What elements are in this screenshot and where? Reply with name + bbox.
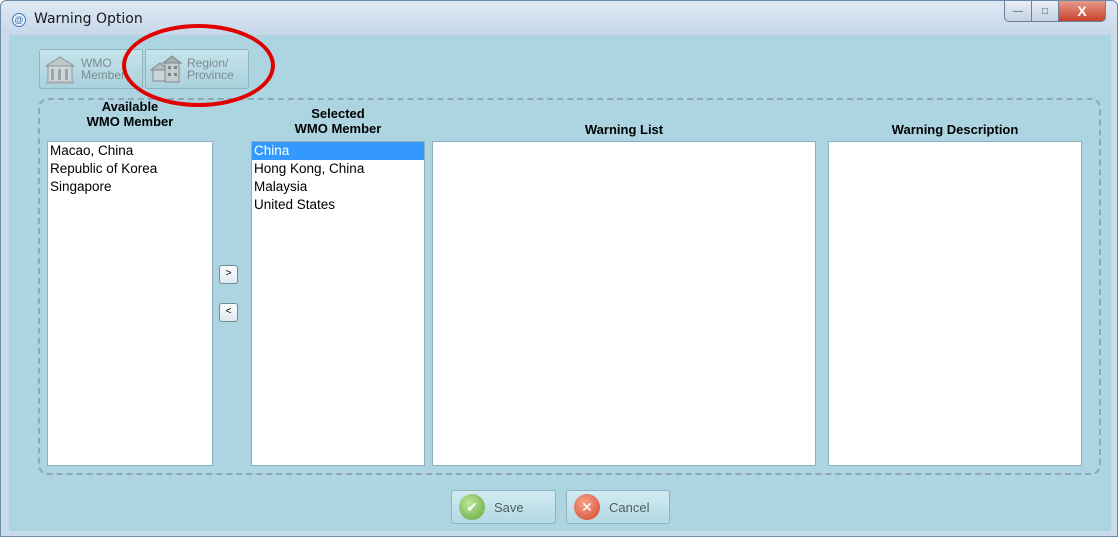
remove-member-button[interactable]: < [219, 303, 238, 322]
minimize-button[interactable]: — [1004, 1, 1032, 22]
building-icon [44, 56, 76, 84]
list-item[interactable]: Singapore [48, 178, 212, 196]
app-icon: @ [12, 13, 26, 27]
window-controls: — □ X [1004, 1, 1106, 22]
close-button[interactable]: X [1059, 1, 1106, 22]
x-circle-icon: ✕ [574, 494, 600, 520]
warning-description-header: Warning Description [891, 122, 1019, 137]
warning-list[interactable] [432, 141, 816, 466]
warning-list-header: Warning List [584, 122, 664, 137]
list-item[interactable]: Republic of Korea [48, 160, 212, 178]
selected-header-line2: WMO Member [294, 121, 382, 136]
list-item[interactable]: China [252, 142, 424, 160]
list-item[interactable]: Hong Kong, China [252, 160, 424, 178]
cancel-label: Cancel [609, 499, 650, 515]
window-title: Warning Option [34, 11, 143, 27]
save-label: Save [494, 499, 524, 515]
selected-header-line1: Selected [311, 106, 365, 121]
client-area: WMO Member Region/ Province Available WM… [9, 35, 1111, 531]
list-item[interactable]: United States [252, 196, 424, 214]
cancel-button[interactable]: ✕ Cancel [566, 490, 670, 524]
available-header-line2: WMO Member [86, 114, 174, 129]
list-item[interactable]: Malaysia [252, 178, 424, 196]
selected-header: Selected WMO Member [251, 106, 425, 136]
warning-option-window: @ Warning Option — □ X WMO Member Region… [0, 0, 1118, 537]
warning-description-box[interactable] [828, 141, 1082, 466]
wmo-member-label-2: Member [81, 68, 126, 82]
selected-members-list[interactable]: China Hong Kong, China Malaysia United Stat… [251, 141, 425, 466]
check-icon: ✔ [459, 494, 485, 520]
highlight-circle [122, 24, 275, 107]
available-members-list[interactable]: Macao, China Republic of Korea Singapore [47, 141, 213, 466]
add-member-button[interactable]: > [219, 265, 238, 284]
save-button[interactable]: ✔ Save [451, 490, 556, 524]
maximize-button[interactable]: □ [1032, 1, 1059, 22]
list-item[interactable]: Macao, China [48, 142, 212, 160]
